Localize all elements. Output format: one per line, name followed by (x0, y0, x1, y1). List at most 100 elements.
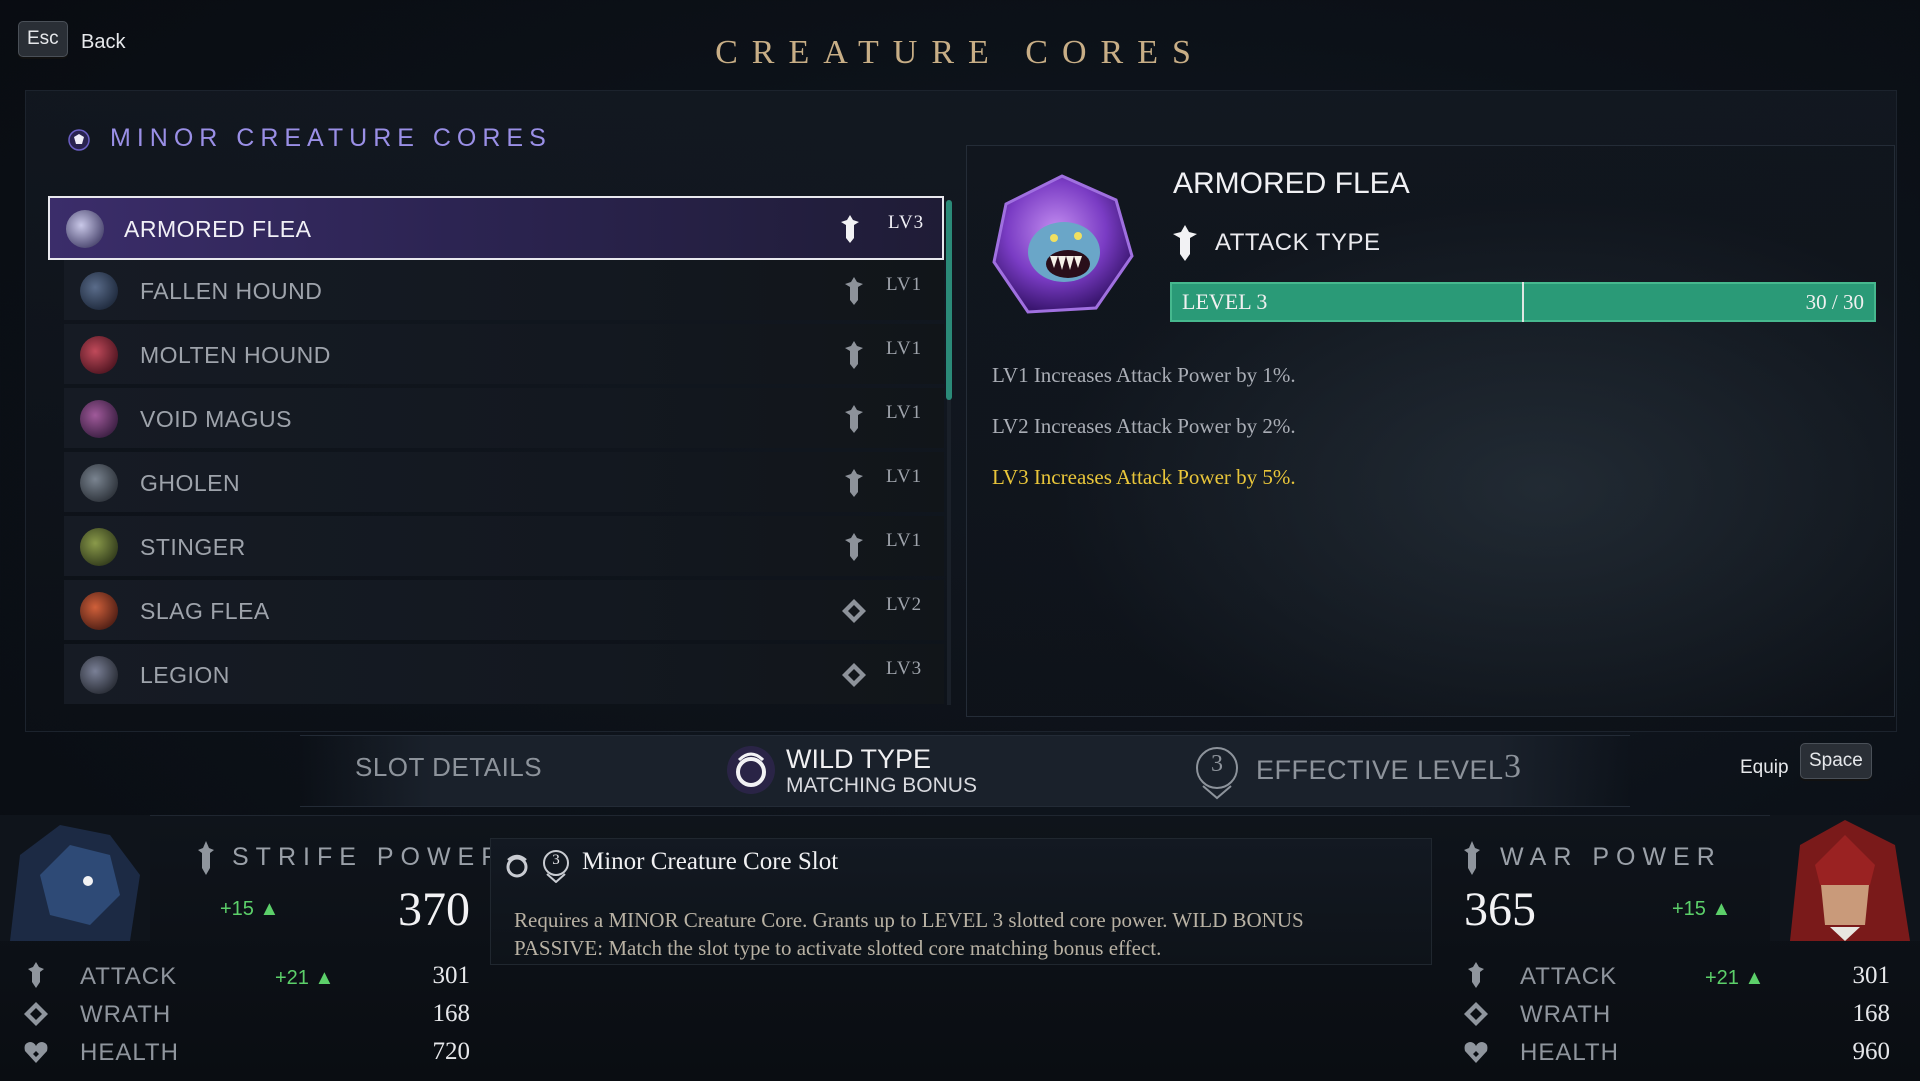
list-item-level: LV1 (886, 402, 923, 423)
war-stat-name: ATTACK (1520, 963, 1618, 990)
strife-stat-delta: +21 ▲ (275, 967, 335, 989)
list-item-fallen-hound[interactable]: FALLEN HOUND LV1 (64, 260, 944, 320)
wild-type-icon (727, 746, 775, 794)
slot-description-title: Minor Creature Core Slot (582, 848, 839, 875)
health-stat-icon (1464, 1042, 1488, 1063)
fallen-hound-avatar (80, 272, 118, 310)
level-progress-bar: LEVEL 3 30 / 30 (1170, 282, 1876, 322)
level-value: 30 / 30 (1805, 290, 1864, 314)
list-item-name: LEGION (140, 662, 230, 688)
war-stat-value: 960 (1852, 1038, 1891, 1065)
health-stat-icon (24, 1042, 48, 1063)
slot-description-text: Requires a MINOR Creature Core. Grants u… (514, 908, 1304, 960)
bonus-lv2: LV2 Increases Attack Power by 2%. (992, 414, 1296, 438)
war-stat-name: WRATH (1520, 1001, 1612, 1028)
list-item-name: STINGER (140, 534, 246, 560)
stinger-avatar (80, 528, 118, 566)
list-item-name: GHOLEN (140, 470, 241, 496)
wild-type-label: WILD TYPE (786, 744, 932, 774)
equip-label[interactable]: Equip (1740, 757, 1789, 779)
detail-name: ARMORED FLEA (1173, 167, 1410, 200)
section-title: MINOR CREATURE CORES (110, 124, 552, 152)
attack-type-icon (1173, 225, 1197, 261)
list-item-level: LV1 (886, 338, 923, 359)
effective-level-badge-icon: 3 (1193, 746, 1241, 800)
level-progress-tick (1522, 282, 1524, 322)
attack-type-icon (845, 469, 863, 497)
legion-avatar (80, 656, 118, 694)
war-stat-value: 301 (1852, 962, 1891, 989)
strife-stat-name: WRATH (80, 1001, 172, 1028)
list-item-level: LV2 (886, 594, 923, 615)
list-item-name: SLAG FLEA (140, 598, 270, 624)
wrath-type-icon (842, 599, 866, 623)
attack-stat-icon (28, 962, 44, 988)
list-item-gholen[interactable]: GHOLEN LV1 (64, 452, 944, 512)
strife-power-delta: +15 ▲ (220, 898, 280, 920)
molten-hound-avatar (80, 336, 118, 374)
war-power-value: 365 (1464, 883, 1536, 936)
war-stat-name: HEALTH (1520, 1039, 1619, 1066)
list-scrollbar[interactable] (946, 200, 952, 400)
war-power-icon (1464, 841, 1480, 875)
attack-stat-icon (1468, 962, 1484, 988)
strife-stat-value: 168 (432, 1000, 471, 1027)
strife-portrait (0, 815, 150, 941)
space-key[interactable]: Space (1800, 743, 1872, 779)
matching-bonus-label: MATCHING BONUS (786, 774, 977, 797)
effective-level-label: EFFECTIVE LEVEL (1256, 755, 1504, 785)
strife-stat-value: 301 (432, 962, 471, 989)
bonus-lv1: LV1 Increases Attack Power by 1%. (992, 363, 1296, 387)
slag-flea-avatar (80, 592, 118, 630)
strife-power-title: STRIFE POWER (232, 843, 507, 871)
strife-stat-name: ATTACK (80, 963, 178, 990)
minor-core-gem-icon (68, 129, 90, 151)
list-item-level: LV1 (886, 530, 923, 551)
wrath-stat-icon (1464, 1002, 1488, 1026)
slot-level-badge-icon: 3 (540, 849, 572, 884)
list-item-level: LV3 (886, 658, 923, 679)
effective-level-badge: 3 (1211, 751, 1223, 777)
strife-stat-name: HEALTH (80, 1039, 179, 1066)
list-item-name: FALLEN HOUND (140, 278, 323, 304)
page-title: CREATURE CORES (715, 34, 1205, 71)
list-item-armored-flea[interactable]: ARMORED FLEA LV3 (48, 196, 944, 260)
war-portrait (1770, 815, 1920, 941)
strife-power-value: 370 (398, 883, 470, 936)
armored-flea-avatar (66, 210, 104, 248)
list-item-level: LV1 (886, 466, 923, 487)
list-item-molten-hound[interactable]: MOLTEN HOUND LV1 (64, 324, 944, 384)
attack-type-icon (841, 215, 859, 243)
list-item-level: LV3 (888, 212, 925, 233)
slot-details-tab[interactable]: SLOT DETAILS (355, 752, 542, 783)
effective-level-value: 3 (1504, 748, 1521, 785)
list-item-void-magus[interactable]: VOID MAGUS LV1 (64, 388, 944, 448)
detail-type-label: ATTACK TYPE (1215, 229, 1381, 256)
list-item-name: VOID MAGUS (140, 406, 292, 432)
war-stat-delta: +21 ▲ (1705, 967, 1765, 989)
list-item-level: LV1 (886, 274, 923, 295)
gholen-avatar (80, 464, 118, 502)
void-magus-avatar (80, 400, 118, 438)
attack-type-icon (845, 277, 863, 305)
armored-flea-portrait (992, 174, 1134, 314)
attack-type-icon (845, 405, 863, 433)
war-power-delta: +15 ▲ (1672, 898, 1732, 920)
list-item-slag-flea[interactable]: SLAG FLEA LV2 (64, 580, 944, 640)
list-item-name: MOLTEN HOUND (140, 342, 331, 368)
strife-power-icon (198, 841, 214, 875)
slot-level-badge: 3 (552, 852, 560, 868)
strife-stat-value: 720 (432, 1038, 471, 1065)
wild-type-small-icon (506, 854, 528, 878)
list-item-name: ARMORED FLEA (124, 216, 312, 242)
list-item-legion[interactable]: LEGION LV3 (64, 644, 944, 704)
war-power-title: WAR POWER (1500, 843, 1722, 871)
wrath-stat-icon (24, 1002, 48, 1026)
attack-type-icon (845, 533, 863, 561)
list-item-stinger[interactable]: STINGER LV1 (64, 516, 944, 576)
bonus-lv3: LV3 Increases Attack Power by 5%. (992, 465, 1296, 489)
level-label: LEVEL 3 (1182, 289, 1268, 314)
attack-type-icon (845, 341, 863, 369)
war-stat-value: 168 (1852, 1000, 1891, 1027)
wrath-type-icon (842, 663, 866, 687)
